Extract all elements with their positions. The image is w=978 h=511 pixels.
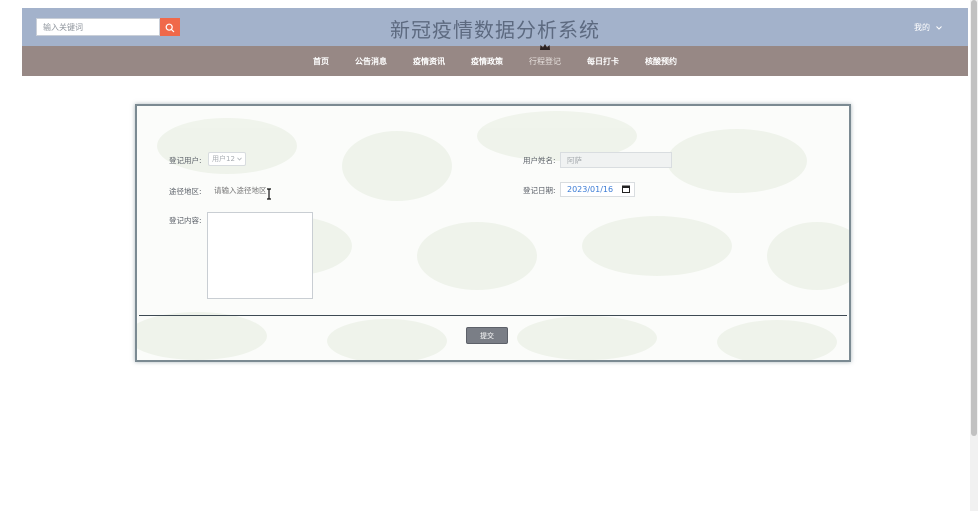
user-menu-label: 我的 [914, 23, 930, 32]
trip-registration-form: 登记用户: 用户12 途径地区: 登记内容: 用户姓名: 阿萨 登记日期: 20… [135, 104, 851, 362]
user-menu[interactable]: 我的 [914, 22, 942, 33]
content-label: 登记内容: [169, 216, 202, 225]
crown-icon [539, 43, 551, 53]
nav-item-epidemic-news[interactable]: 疫情资讯 [413, 56, 445, 67]
chevron-down-icon [936, 23, 942, 32]
nav-item-trip-registration[interactable]: 行程登记 [529, 43, 561, 67]
user-select-value: 用户12 [212, 155, 235, 163]
chevron-down-icon [237, 155, 242, 163]
date-label: 登记日期: [523, 186, 556, 195]
nav-item-home[interactable]: 首页 [313, 56, 329, 67]
submit-button[interactable]: 提交 [466, 327, 508, 344]
name-field[interactable]: 阿萨 [560, 152, 672, 168]
name-label: 用户姓名: [523, 156, 556, 165]
scrollbar-thumb[interactable] [971, 0, 977, 436]
top-header: 新冠疫情数据分析系统 我的 [22, 8, 968, 46]
nav-item-nucleic-booking[interactable]: 核酸预约 [645, 56, 677, 67]
nav-item-label: 行程登记 [529, 56, 561, 66]
main-nav: 首页 公告消息 疫情资讯 疫情政策 行程登记 每日打卡 核酸预约 [22, 43, 968, 76]
date-input[interactable]: 2023/01/16 [560, 182, 635, 197]
route-label: 途径地区: [169, 187, 202, 196]
user-select[interactable]: 用户12 [208, 152, 246, 166]
content-textarea[interactable] [207, 212, 313, 299]
form-divider [139, 315, 847, 316]
calendar-icon[interactable] [622, 185, 630, 195]
page-scrollbar[interactable] [970, 0, 978, 511]
route-input[interactable] [208, 183, 298, 197]
user-label: 登记用户: [169, 156, 202, 165]
nav-items: 首页 公告消息 疫情资讯 疫情政策 行程登记 每日打卡 核酸预约 [22, 43, 968, 76]
nav-item-announcements[interactable]: 公告消息 [355, 56, 387, 67]
date-value: 2023/01/16 [567, 185, 614, 194]
site-title: 新冠疫情数据分析系统 [390, 18, 600, 42]
text-cursor-icon [266, 185, 272, 200]
nav-item-epidemic-policy[interactable]: 疫情政策 [471, 56, 503, 67]
nav-item-daily-checkin[interactable]: 每日打卡 [587, 56, 619, 67]
